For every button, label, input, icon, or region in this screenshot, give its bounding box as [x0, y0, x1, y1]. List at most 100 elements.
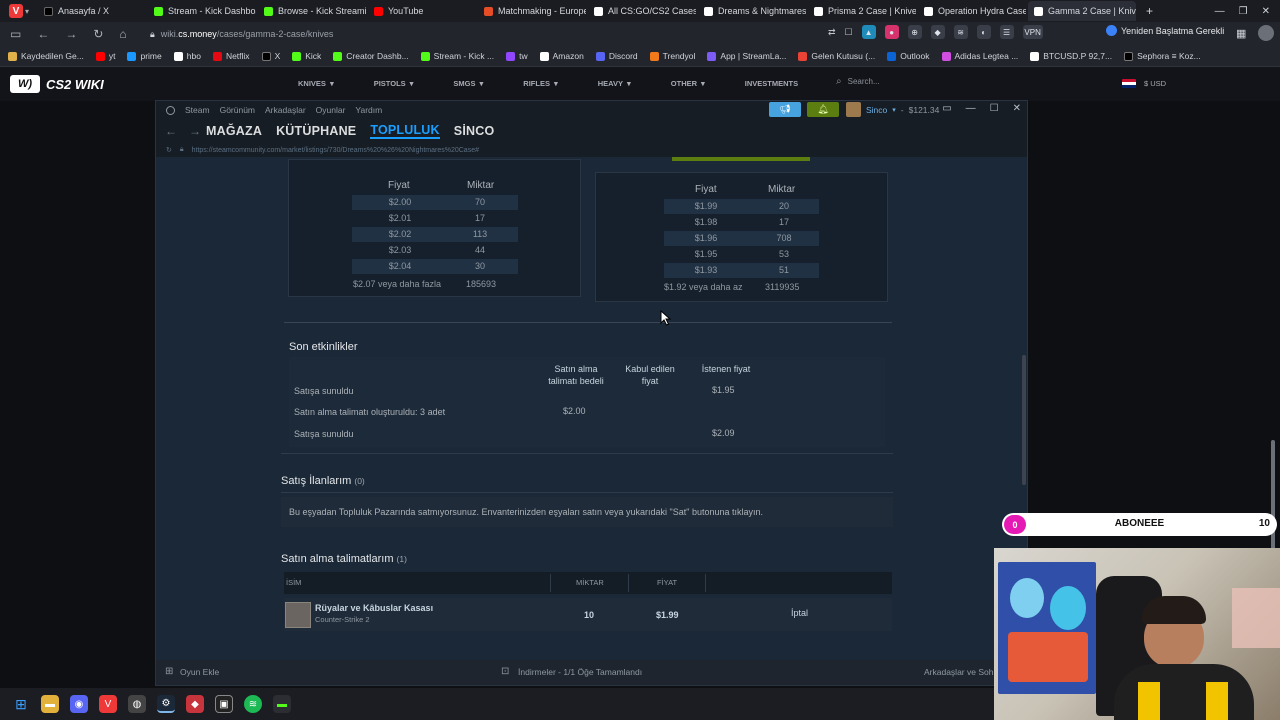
bookmark-item[interactable]: hbo [173, 51, 201, 61]
home-icon[interactable]: ⌂ [119, 27, 126, 41]
bookmark-item[interactable]: Kaydedilen Ge... [8, 51, 84, 61]
nav-investments[interactable]: INVESTMENTS [745, 79, 798, 88]
bookmark-icon[interactable]: ☐ [845, 27, 853, 38]
windows-start-icon[interactable]: ⊞ [12, 695, 30, 713]
file-explorer-icon[interactable]: ▬ [41, 695, 59, 713]
nav-rifles[interactable]: RIFLES ▾ [523, 79, 557, 88]
bookmark-item[interactable]: Discord [595, 51, 638, 61]
browser-tab[interactable]: Dreams & Nightmares C [698, 1, 806, 21]
browser-tab[interactable]: Stream - Kick Dashboard [148, 1, 256, 21]
site-search[interactable]: ⌕ Search... [836, 76, 880, 87]
extension-icon[interactable]: ● [884, 25, 899, 39]
reload-icon[interactable]: ↻ [166, 146, 172, 154]
nav-knives[interactable]: KNIVES ▾ [298, 79, 334, 88]
restore-icon[interactable]: ❐ [1239, 6, 1248, 17]
steam-icon[interactable]: ⚙ [157, 695, 175, 713]
friends-chat-button[interactable]: Arkadaşlar ve Soh [924, 667, 993, 677]
bookmark-item[interactable]: Stream - Kick ... [420, 51, 494, 61]
menu-steam[interactable]: Steam [185, 105, 210, 115]
downloads-status[interactable]: İndirmeler - 1/1 Öğe Tamamlandı [518, 667, 642, 677]
bookmark-item[interactable]: Outlook [887, 51, 930, 61]
bookmark-item[interactable]: Netflix [212, 51, 250, 61]
bookmark-item[interactable]: prime [127, 51, 162, 61]
cancel-order-button[interactable]: İptal [791, 608, 808, 618]
browser-tab[interactable]: All CS:GO/CS2 Cases — [588, 1, 696, 21]
menu-help[interactable]: Yardım [355, 105, 382, 115]
scrollbar-thumb[interactable] [1022, 355, 1026, 485]
tab-community[interactable]: TOPLULUK [370, 123, 440, 139]
browser-tab[interactable]: Anasayfa / X [38, 1, 146, 21]
back-icon[interactable]: ← [165, 124, 177, 138]
steam-url[interactable]: https://steamcommunity.com/market/listin… [192, 147, 479, 154]
announcements-button[interactable]: 📢︎ [769, 102, 801, 117]
browser-tab-active[interactable]: Gamma 2 Case | Knives✕ [1028, 1, 1136, 21]
discord-icon[interactable]: ◉ [70, 695, 88, 713]
bookmark-item[interactable]: Sephora ≡ Koz... [1124, 51, 1201, 61]
tab-profile[interactable]: SİNCO [454, 124, 495, 138]
extension-icon[interactable]: ◐ [976, 25, 991, 39]
extension-icon[interactable]: ▲ [861, 25, 876, 39]
new-tab-icon[interactable]: + [1146, 4, 1153, 18]
profile-avatar[interactable] [1258, 25, 1274, 41]
account-menu[interactable]: Sinco ▾ - $121.34 [846, 102, 939, 117]
bookmark-item[interactable]: Creator Dashb... [333, 51, 409, 61]
extension-icon[interactable]: ≋ [953, 25, 968, 39]
browser-menu[interactable]: V ▾ [0, 0, 38, 22]
buy-order-button-edge[interactable] [672, 157, 810, 161]
forward-icon[interactable]: → [65, 27, 77, 41]
bookmark-item[interactable]: tw [506, 51, 528, 61]
notifications-button[interactable]: 🔔︎ [807, 102, 839, 117]
update-button[interactable]: Yeniden Başlatma Gerekli [1106, 25, 1224, 36]
nav-pistols[interactable]: PISTOLS ▾ [374, 79, 414, 88]
url-field[interactable]: 🔒︎ wiki.cs.money/cases/gamma-2-case/kniv… [150, 26, 830, 42]
bookmark-item[interactable]: X [261, 51, 280, 61]
terminal-icon[interactable]: ▬ [273, 695, 291, 713]
close-window-icon[interactable]: ✕ [1262, 6, 1270, 17]
app-icon[interactable]: ▣ [215, 695, 233, 713]
big-picture-icon[interactable]: ▭ [942, 103, 951, 114]
spotify-icon[interactable]: ≋ [244, 695, 262, 713]
browser-tab[interactable]: YouTube [368, 1, 476, 21]
panel-toggle-icon[interactable]: ▭ [10, 27, 21, 41]
extension-icon[interactable]: ☰ [999, 25, 1014, 39]
back-icon[interactable]: ← [37, 27, 49, 41]
bookmark-item[interactable]: BTCUSD.P 92,7... [1030, 51, 1112, 61]
tab-store[interactable]: MAĞAZA [206, 124, 262, 138]
menu-games[interactable]: Oyunlar [316, 105, 346, 115]
browser-tab[interactable]: Operation Hydra Case [918, 1, 1026, 21]
minimize-icon[interactable]: — [966, 103, 976, 114]
bookmark-item[interactable]: Adidas Legtea ... [941, 51, 1018, 61]
tab-library[interactable]: KÜTÜPHANE [276, 124, 356, 138]
bookmark-item[interactable]: Amazon [539, 51, 584, 61]
obs-icon[interactable]: ◍ [128, 695, 146, 713]
bookmark-item[interactable]: App | StreamLa... [707, 51, 786, 61]
site-logo[interactable]: W) CS2 WIKI [10, 75, 104, 93]
bookmark-item[interactable]: yt [95, 51, 115, 61]
panels-icon[interactable]: ▦ [1236, 27, 1246, 40]
menu-friends[interactable]: Arkadaşlar [265, 105, 306, 115]
translate-icon[interactable]: ⇄ [828, 27, 836, 38]
extension-icon[interactable]: ⊕ [907, 25, 922, 39]
nav-heavy[interactable]: HEAVY ▾ [598, 79, 631, 88]
nav-other[interactable]: OTHER ▾ [671, 79, 705, 88]
bookmark-item[interactable]: Kick [292, 51, 321, 61]
vivaldi-icon[interactable]: V [99, 695, 117, 713]
browser-tab[interactable]: Browse - Kick Streaming [258, 1, 366, 21]
currency-selector[interactable]: $ USD [1122, 79, 1166, 88]
add-game-button[interactable]: Oyun Ekle [180, 667, 219, 677]
bookmark-item[interactable]: Trendyol [649, 51, 695, 61]
reload-icon[interactable]: ↻ [93, 27, 103, 41]
menu-view[interactable]: Görünüm [220, 105, 255, 115]
app-icon[interactable]: ◆ [186, 695, 204, 713]
browser-tab[interactable]: Matchmaking - Europe [478, 1, 586, 21]
extension-icon[interactable]: ◆ [930, 25, 945, 39]
forward-icon[interactable]: → [189, 124, 201, 138]
maximize-icon[interactable]: ☐ [990, 103, 999, 114]
vpn-icon[interactable]: VPN [1022, 25, 1043, 39]
close-icon[interactable]: ✕ [1013, 103, 1021, 114]
bookmark-item[interactable]: Gelen Kutusu (... [798, 51, 875, 61]
nav-smgs[interactable]: SMGS ▾ [453, 79, 483, 88]
minimize-icon[interactable]: — [1215, 6, 1225, 17]
browser-tab[interactable]: Prisma 2 Case | Knives [808, 1, 916, 21]
item-name-link[interactable]: Rüyalar ve Kâbuslar Kasası [315, 603, 433, 613]
